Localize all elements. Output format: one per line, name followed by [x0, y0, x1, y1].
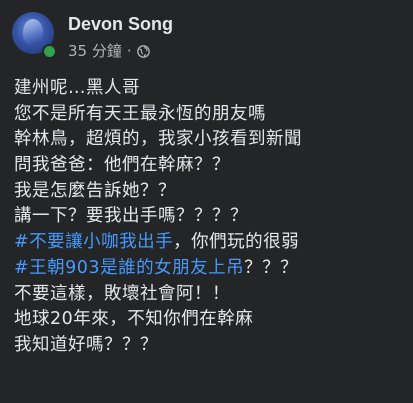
post-line-text: 地球20年來，不知你們在幹麻	[14, 309, 254, 330]
post-line: #王朝903是誰的女朋友上吊？？？	[14, 256, 406, 282]
post-line-text: 建州呢…黑人哥	[14, 78, 140, 98]
post-line: 地球20年來，不知你們在幹麻	[14, 307, 406, 333]
author-name[interactable]: Devon Song	[68, 14, 173, 35]
post-line: #不要讓小咖我出手，你們玩的很弱	[14, 230, 406, 256]
post-line: 我是怎麼告訴她？？	[14, 179, 406, 205]
post-line-text: 講一下？要我出手嗎？？？？	[14, 206, 248, 227]
post-line: 建州呢…黑人哥	[14, 76, 406, 102]
post-line-text: 我是怎麼告訴她？？	[14, 180, 176, 201]
post-body: 建州呢…黑人哥 您不是所有天王最永恆的朋友嗎 幹林鳥，超煩的，我家小孩看到新聞 …	[14, 76, 406, 359]
hashtag-link[interactable]: #不要讓小咖我出手	[14, 232, 173, 252]
globe-icon[interactable]	[136, 44, 150, 58]
post-line: 講一下？要我出手嗎？？？？	[14, 204, 406, 230]
post-line: 我知道好嗎？？？	[14, 333, 406, 359]
post-line: 幹林鳥，超煩的，我家小孩看到新聞	[14, 127, 406, 153]
post-line-text: ，你們玩的很弱	[173, 232, 300, 253]
post-line: 您不是所有天王最永恆的朋友嗎	[14, 102, 406, 128]
hashtag-link[interactable]: #王朝903是誰的女朋友上吊	[14, 258, 244, 278]
post-line-text: 不要這樣，敗壞社會阿！！	[14, 283, 230, 304]
meta-separator: ·	[126, 41, 132, 60]
post-header: Devon Song 35 分鐘 ·	[12, 10, 392, 60]
avatar-icon	[23, 19, 43, 45]
post-line: 不要這樣，敗壞社會阿！！	[14, 282, 406, 308]
post-line-text: ？？？	[244, 257, 299, 278]
post-line-text: 幹林鳥，超煩的，我家小孩看到新聞	[14, 129, 302, 150]
post-line-text: 您不是所有天王最永恆的朋友嗎	[14, 103, 266, 124]
post-line-text: 我知道好嗎？？？	[14, 334, 158, 355]
online-status-indicator	[42, 44, 57, 59]
post-line: 問我爸爸：他們在幹麻？？	[14, 153, 406, 179]
facebook-post: Devon Song 35 分鐘 · 建州呢…黑人哥 您不是所有天王最永恆的朋友…	[0, 0, 413, 403]
globe-icon-graphic	[136, 45, 150, 58]
post-timestamp[interactable]: 35 分鐘	[68, 40, 122, 61]
post-meta: 35 分鐘 ·	[68, 40, 150, 61]
post-line-text: 問我爸爸：他們在幹麻？？	[14, 155, 230, 176]
